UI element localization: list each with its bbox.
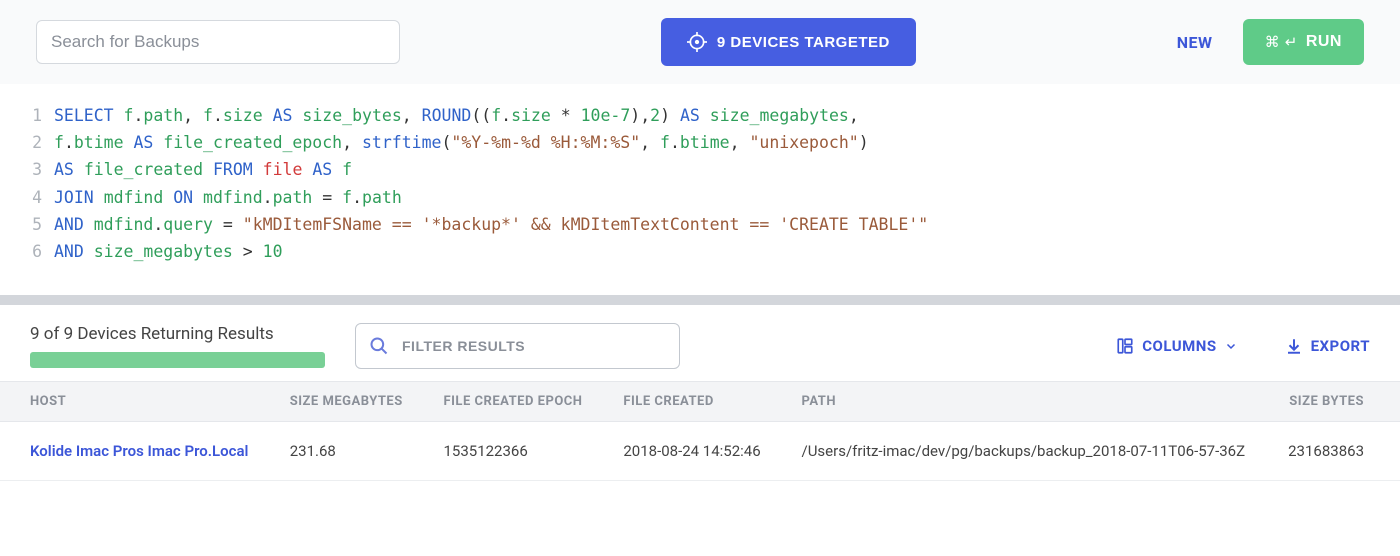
col-size-bytes[interactable]: SIZE BYTES bbox=[1267, 382, 1400, 422]
code-line: 5 AND mdfind.query = "kMDItemFSName == '*… bbox=[22, 211, 1378, 238]
new-button[interactable]: NEW bbox=[1177, 33, 1213, 52]
columns-button[interactable]: COLUMNS bbox=[1116, 337, 1236, 355]
cell-size-megabytes: 231.68 bbox=[270, 422, 424, 481]
cell-host: Kolide Imac Pros Imac Pro.Local bbox=[0, 422, 270, 481]
code-line: 3 AS file_created FROM file AS f bbox=[22, 156, 1378, 183]
table-row: Kolide Imac Pros Imac Pro.Local 231.68153… bbox=[0, 422, 1400, 481]
export-label: EXPORT bbox=[1311, 337, 1370, 355]
col-file-created-epoch[interactable]: FILE CREATED EPOCH bbox=[423, 382, 603, 422]
code-content: AND size_megabytes > 10 bbox=[54, 238, 283, 265]
cell-file-created-epoch: 1535122366 bbox=[423, 422, 603, 481]
cell-path: /Users/fritz-imac/dev/pg/backups/backup_… bbox=[782, 422, 1268, 481]
run-button[interactable]: ⌘ ↵ RUN bbox=[1243, 19, 1364, 65]
code-line: 2 f.btime AS file_created_epoch, strftime… bbox=[22, 129, 1378, 156]
devices-targeted-label: 9 DEVICES TARGETED bbox=[717, 34, 890, 51]
top-right-actions: NEW ⌘ ↵ RUN bbox=[1177, 19, 1364, 65]
line-number: 5 bbox=[22, 211, 42, 238]
code-line: 6 AND size_megabytes > 10 bbox=[22, 238, 1378, 265]
code-content: AND mdfind.query = "kMDItemFSName == '*b… bbox=[54, 211, 928, 238]
filter-wrap bbox=[355, 323, 680, 369]
results-table: HOST SIZE MEGABYTES FILE CREATED EPOCH F… bbox=[0, 381, 1400, 481]
code-content: JOIN mdfind ON mdfind.path = f.path bbox=[54, 184, 402, 211]
sql-editor[interactable]: 1 SELECT f.path, f.size AS size_bytes, RO… bbox=[0, 84, 1400, 295]
line-number: 6 bbox=[22, 238, 42, 265]
export-button[interactable]: EXPORT bbox=[1285, 337, 1370, 355]
results-status-text: 9 of 9 Devices Returning Results bbox=[30, 324, 325, 344]
host-link[interactable]: Kolide Imac Pros Imac Pro.Local bbox=[30, 442, 248, 460]
cell-file-created: 2018-08-24 14:52:46 bbox=[603, 422, 781, 481]
line-number: 2 bbox=[22, 129, 42, 156]
topbar: 9 DEVICES TARGETED NEW ⌘ ↵ RUN bbox=[0, 0, 1400, 84]
divider bbox=[0, 295, 1400, 305]
code-line: 4 JOIN mdfind ON mdfind.path = f.path bbox=[22, 184, 1378, 211]
col-file-created[interactable]: FILE CREATED bbox=[603, 382, 781, 422]
cell-size-bytes: 231683863 bbox=[1267, 422, 1400, 481]
col-size-megabytes[interactable]: SIZE MEGABYTES bbox=[270, 382, 424, 422]
download-icon bbox=[1285, 337, 1303, 355]
search-icon bbox=[369, 336, 389, 356]
code-line: 1 SELECT f.path, f.size AS size_bytes, RO… bbox=[22, 102, 1378, 129]
columns-label: COLUMNS bbox=[1142, 337, 1216, 355]
results-table-body: Kolide Imac Pros Imac Pro.Local 231.68153… bbox=[0, 422, 1400, 481]
results-status: 9 of 9 Devices Returning Results bbox=[30, 324, 325, 368]
columns-icon bbox=[1116, 337, 1134, 355]
code-content: SELECT f.path, f.size AS size_bytes, ROU… bbox=[54, 102, 859, 129]
run-label: RUN bbox=[1306, 33, 1342, 51]
filter-results-input[interactable] bbox=[355, 323, 680, 369]
target-icon bbox=[687, 32, 707, 52]
line-number: 4 bbox=[22, 184, 42, 211]
col-path[interactable]: PATH bbox=[782, 382, 1268, 422]
code-content: f.btime AS file_created_epoch, strftime(… bbox=[54, 129, 869, 156]
line-number: 3 bbox=[22, 156, 42, 183]
results-toolbar: 9 of 9 Devices Returning Results COLUMNS bbox=[0, 305, 1400, 381]
keyboard-shortcut-glyphs: ⌘ ↵ bbox=[1265, 33, 1298, 51]
results-progress-bar bbox=[30, 352, 325, 368]
code-content: AS file_created FROM file AS f bbox=[54, 156, 352, 183]
chevron-down-icon bbox=[1225, 340, 1237, 352]
results-actions: COLUMNS EXPORT bbox=[1116, 337, 1370, 355]
line-number: 1 bbox=[22, 102, 42, 129]
search-input[interactable] bbox=[36, 20, 400, 64]
col-host[interactable]: HOST bbox=[0, 382, 270, 422]
devices-targeted-button[interactable]: 9 DEVICES TARGETED bbox=[661, 18, 916, 66]
results-table-head: HOST SIZE MEGABYTES FILE CREATED EPOCH F… bbox=[0, 382, 1400, 422]
